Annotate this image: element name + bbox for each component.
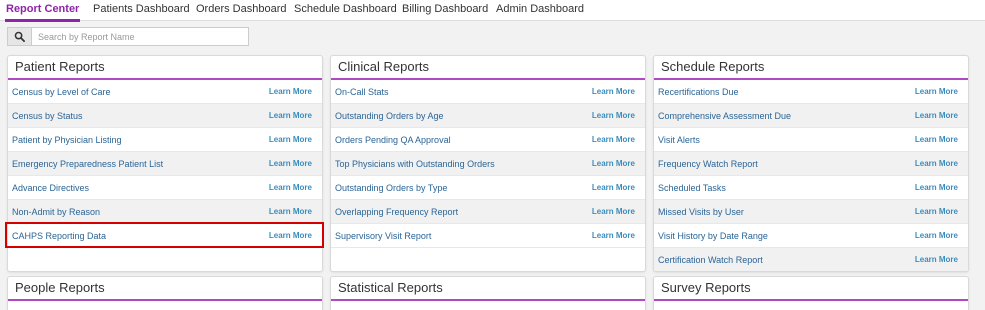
report-row: Scheduled Tasks Learn More	[654, 176, 968, 200]
schedule-reports-panel: Schedule Reports Recertifications Due Lea…	[653, 55, 969, 272]
learn-more-link[interactable]: Learn More	[915, 207, 958, 216]
report-row: Non-Admit by Reason Learn More	[8, 200, 322, 224]
report-link[interactable]: Overlapping Frequency Report	[335, 207, 458, 217]
learn-more-link[interactable]: Learn More	[592, 183, 635, 192]
survey-reports-panel: Survey Reports	[653, 276, 969, 310]
report-row: Census by Level of Care Learn More	[8, 80, 322, 104]
learn-more-link[interactable]: Learn More	[915, 135, 958, 144]
learn-more-link[interactable]: Learn More	[592, 231, 635, 240]
patient-reports-title: Patient Reports	[8, 56, 322, 80]
report-link[interactable]: Missed Visits by User	[658, 207, 744, 217]
tab-report-center[interactable]: Report Center	[4, 3, 81, 22]
report-link[interactable]: Advance Directives	[12, 183, 89, 193]
top-navigation: Report Center Patients Dashboard Orders …	[0, 0, 985, 22]
people-reports-panel: People Reports	[7, 276, 323, 310]
report-row: Frequency Watch Report Learn More	[654, 152, 968, 176]
report-link[interactable]: Outstanding Orders by Type	[335, 183, 447, 193]
learn-more-link[interactable]: Learn More	[269, 183, 312, 192]
report-row: Patient by Physician Listing Learn More	[8, 128, 322, 152]
report-row: Certification Watch Report Learn More	[654, 248, 968, 271]
report-row: Outstanding Orders by Type Learn More	[331, 176, 645, 200]
survey-reports-title: Survey Reports	[654, 277, 968, 301]
tab-admin-dashboard[interactable]: Admin Dashboard	[496, 3, 584, 15]
patient-reports-panel: Patient Reports Census by Level of Care L…	[7, 55, 323, 272]
learn-more-link[interactable]: Learn More	[915, 231, 958, 240]
learn-more-link[interactable]: Learn More	[269, 135, 312, 144]
learn-more-link[interactable]: Learn More	[592, 159, 635, 168]
tab-patients-dashboard[interactable]: Patients Dashboard	[93, 3, 190, 15]
report-row: Missed Visits by User Learn More	[654, 200, 968, 224]
report-row-cahps: CAHPS Reporting Data Learn More	[8, 224, 322, 248]
report-link[interactable]: Visit Alerts	[658, 135, 700, 145]
learn-more-link[interactable]: Learn More	[592, 207, 635, 216]
learn-more-link[interactable]: Learn More	[915, 159, 958, 168]
learn-more-link[interactable]: Learn More	[269, 231, 312, 240]
learn-more-link[interactable]: Learn More	[592, 111, 635, 120]
report-row: Advance Directives Learn More	[8, 176, 322, 200]
report-link[interactable]: Scheduled Tasks	[658, 183, 726, 193]
learn-more-link[interactable]: Learn More	[269, 207, 312, 216]
report-link[interactable]: On-Call Stats	[335, 87, 389, 97]
search-button[interactable]	[8, 28, 32, 45]
search-icon	[14, 31, 25, 42]
report-row: Supervisory Visit Report Learn More	[331, 224, 645, 248]
report-link[interactable]: Frequency Watch Report	[658, 159, 758, 169]
learn-more-link[interactable]: Learn More	[915, 111, 958, 120]
report-link[interactable]: Emergency Preparedness Patient List	[12, 159, 163, 169]
learn-more-link[interactable]: Learn More	[592, 87, 635, 96]
report-row: Emergency Preparedness Patient List Learn…	[8, 152, 322, 176]
tab-billing-dashboard[interactable]: Billing Dashboard	[402, 3, 488, 15]
report-row: On-Call Stats Learn More	[331, 80, 645, 104]
learn-more-link[interactable]: Learn More	[915, 183, 958, 192]
report-link[interactable]: Certification Watch Report	[658, 255, 763, 265]
report-link[interactable]: Visit History by Date Range	[658, 231, 768, 241]
report-row: Orders Pending QA Approval Learn More	[331, 128, 645, 152]
report-row: Visit History by Date Range Learn More	[654, 224, 968, 248]
learn-more-link[interactable]: Learn More	[269, 111, 312, 120]
statistical-reports-panel: Statistical Reports	[330, 276, 646, 310]
report-row: Outstanding Orders by Age Learn More	[331, 104, 645, 128]
tab-orders-dashboard[interactable]: Orders Dashboard	[196, 3, 287, 15]
report-link[interactable]: Supervisory Visit Report	[335, 231, 431, 241]
report-row: Visit Alerts Learn More	[654, 128, 968, 152]
learn-more-link[interactable]: Learn More	[269, 159, 312, 168]
learn-more-link[interactable]: Learn More	[915, 87, 958, 96]
report-link[interactable]: Outstanding Orders by Age	[335, 111, 444, 121]
report-link[interactable]: Comprehensive Assessment Due	[658, 111, 791, 121]
report-link[interactable]: Non-Admit by Reason	[12, 207, 100, 217]
report-link[interactable]: Recertifications Due	[658, 87, 739, 97]
learn-more-link[interactable]: Learn More	[915, 255, 958, 264]
report-search	[7, 27, 249, 46]
report-row: Recertifications Due Learn More	[654, 80, 968, 104]
tab-schedule-dashboard[interactable]: Schedule Dashboard	[294, 3, 397, 15]
people-reports-title: People Reports	[8, 277, 322, 301]
report-link[interactable]: Census by Status	[12, 111, 83, 121]
report-row: Overlapping Frequency Report Learn More	[331, 200, 645, 224]
report-link[interactable]: Orders Pending QA Approval	[335, 135, 451, 145]
learn-more-link[interactable]: Learn More	[592, 135, 635, 144]
search-input[interactable]	[32, 28, 248, 45]
report-link[interactable]: CAHPS Reporting Data	[12, 231, 106, 241]
report-link[interactable]: Top Physicians with Outstanding Orders	[335, 159, 495, 169]
schedule-reports-title: Schedule Reports	[654, 56, 968, 80]
report-row: Top Physicians with Outstanding Orders Le…	[331, 152, 645, 176]
report-row: Comprehensive Assessment Due Learn More	[654, 104, 968, 128]
learn-more-link[interactable]: Learn More	[269, 87, 312, 96]
report-row: Census by Status Learn More	[8, 104, 322, 128]
clinical-reports-title: Clinical Reports	[331, 56, 645, 80]
report-link[interactable]: Patient by Physician Listing	[12, 135, 122, 145]
report-link[interactable]: Census by Level of Care	[12, 87, 111, 97]
clinical-reports-panel: Clinical Reports On-Call Stats Learn More…	[330, 55, 646, 272]
statistical-reports-title: Statistical Reports	[331, 277, 645, 301]
